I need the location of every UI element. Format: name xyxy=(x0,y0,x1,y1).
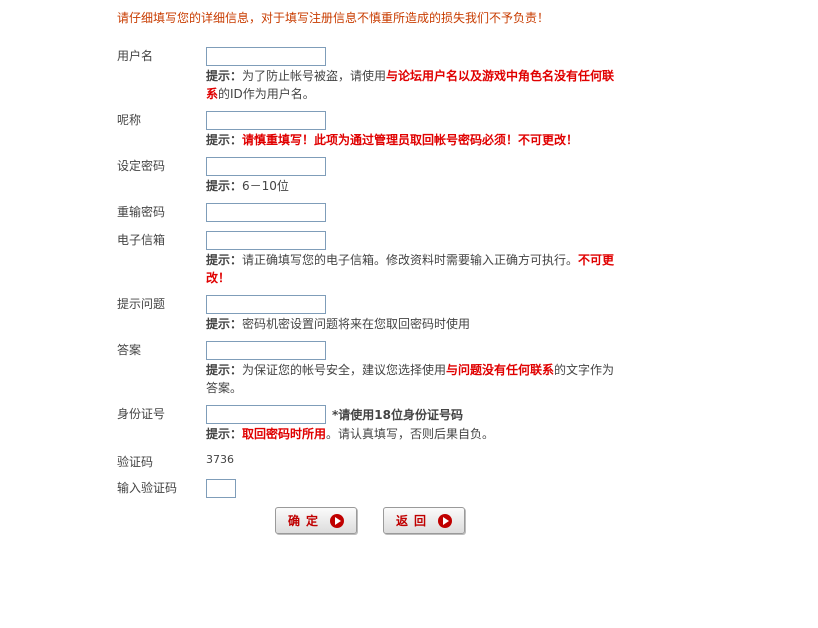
confirm-button[interactable]: 确定 xyxy=(275,507,357,534)
username-input[interactable] xyxy=(206,47,326,66)
id-card-hint-warning: 取回密码时所用 xyxy=(242,427,327,441)
username-label: 用户名 xyxy=(117,49,154,63)
email-hint: 提示：请正确填写您的电子信箱。修改资料时需要输入正确方可执行。不可更改！ xyxy=(206,251,616,287)
password-hint: 提示：6－10位 xyxy=(206,177,616,195)
nickname-field-group: 提示：请慎重填写！此项为通过管理员取回帐号密码必须！不可更改！ xyxy=(206,111,616,149)
answer-label: 答案 xyxy=(117,343,142,357)
id-card-field-group: *请使用18位身份证号码 提示：取回密码时所用。请认真填写，否则后果自负。 xyxy=(206,405,616,443)
arrow-right-icon xyxy=(330,513,344,528)
nickname-hint-warning: 请慎重填写！此项为通过管理员取回帐号密码必须！不可更改！ xyxy=(242,133,579,147)
email-label: 电子信箱 xyxy=(117,233,166,247)
nickname-input[interactable] xyxy=(206,111,326,130)
email-input[interactable] xyxy=(206,231,326,250)
password-field-group: 提示：6－10位 xyxy=(206,157,616,195)
hint-prefix: 提示： xyxy=(206,317,243,331)
email-field-group: 提示：请正确填写您的电子信箱。修改资料时需要输入正确方可执行。不可更改！ xyxy=(206,231,616,287)
hint-prefix: 提示： xyxy=(206,253,243,267)
hint-prefix: 提示： xyxy=(206,179,243,193)
username-hint: 提示：为了防止帐号被盗，请使用与论坛用户名以及游戏中角色名没有任何联系的ID作为… xyxy=(206,67,616,103)
arrow-right-icon xyxy=(438,513,452,528)
back-button[interactable]: 返回 xyxy=(383,507,465,534)
confirm-password-label: 重输密码 xyxy=(117,205,166,219)
id-card-hint-tail: 。请认真填写，否则后果自负。 xyxy=(326,427,495,441)
confirm-button-label: 确定 xyxy=(287,514,324,528)
password-input[interactable] xyxy=(206,157,326,176)
confirm-password-input[interactable] xyxy=(206,203,326,222)
hint-prefix: 提示： xyxy=(206,363,243,377)
captcha-input-label: 输入验证码 xyxy=(117,481,178,495)
captcha-label: 验证码 xyxy=(117,455,154,469)
hint-prefix: 提示： xyxy=(206,427,243,441)
hint-prefix: 提示： xyxy=(206,133,243,147)
confirm-password-field-group xyxy=(206,203,616,222)
answer-hint-warning: 与问题没有任何联系 xyxy=(446,363,555,377)
nickname-label: 呢称 xyxy=(117,113,142,127)
question-hint-text: 密码机密设置问题将来在您取回密码时使用 xyxy=(242,317,471,331)
email-hint-text: 请正确填写您的电子信箱。修改资料时需要输入正确方可执行。 xyxy=(242,253,579,267)
question-hint: 提示：密码机密设置问题将来在您取回密码时使用 xyxy=(206,315,616,333)
id-card-input[interactable] xyxy=(206,405,326,424)
captcha-input-field-group xyxy=(206,479,616,498)
question-field-group: 提示：密码机密设置问题将来在您取回密码时使用 xyxy=(206,295,616,333)
id-card-hint: 提示：取回密码时所用。请认真填写，否则后果自负。 xyxy=(206,425,616,443)
password-hint-text: 6－10位 xyxy=(242,179,289,193)
answer-hint-text: 为保证您的帐号安全，建议您选择使用 xyxy=(242,363,447,377)
answer-hint: 提示：为保证您的帐号安全，建议您选择使用与问题没有任何联系的文字作为答案。 xyxy=(206,361,616,397)
answer-input[interactable] xyxy=(206,341,326,360)
username-field-group: 提示：为了防止帐号被盗，请使用与论坛用户名以及游戏中角色名没有任何联系的ID作为… xyxy=(206,47,616,103)
answer-field-group: 提示：为保证您的帐号安全，建议您选择使用与问题没有任何联系的文字作为答案。 xyxy=(206,341,616,397)
nickname-hint: 提示：请慎重填写！此项为通过管理员取回帐号密码必须！不可更改！ xyxy=(206,131,616,149)
password-label: 设定密码 xyxy=(117,159,166,173)
notice-text: 请仔细填写您的详细信息，对于填写注册信息不慎重所造成的损失我们不予负责！ xyxy=(117,11,550,25)
back-button-label: 返回 xyxy=(395,514,432,528)
id-card-label: 身份证号 xyxy=(117,407,166,421)
question-input[interactable] xyxy=(206,295,326,314)
username-hint-tail: 的ID作为用户名。 xyxy=(218,87,315,101)
username-hint-text: 为了防止帐号被盗，请使用 xyxy=(242,69,387,83)
hint-prefix: 提示： xyxy=(206,69,243,83)
question-label: 提示问题 xyxy=(117,297,166,311)
captcha-code: 3736 xyxy=(206,453,234,466)
id-card-inline-note: *请使用18位身份证号码 xyxy=(332,408,463,422)
captcha-input[interactable] xyxy=(206,479,236,498)
